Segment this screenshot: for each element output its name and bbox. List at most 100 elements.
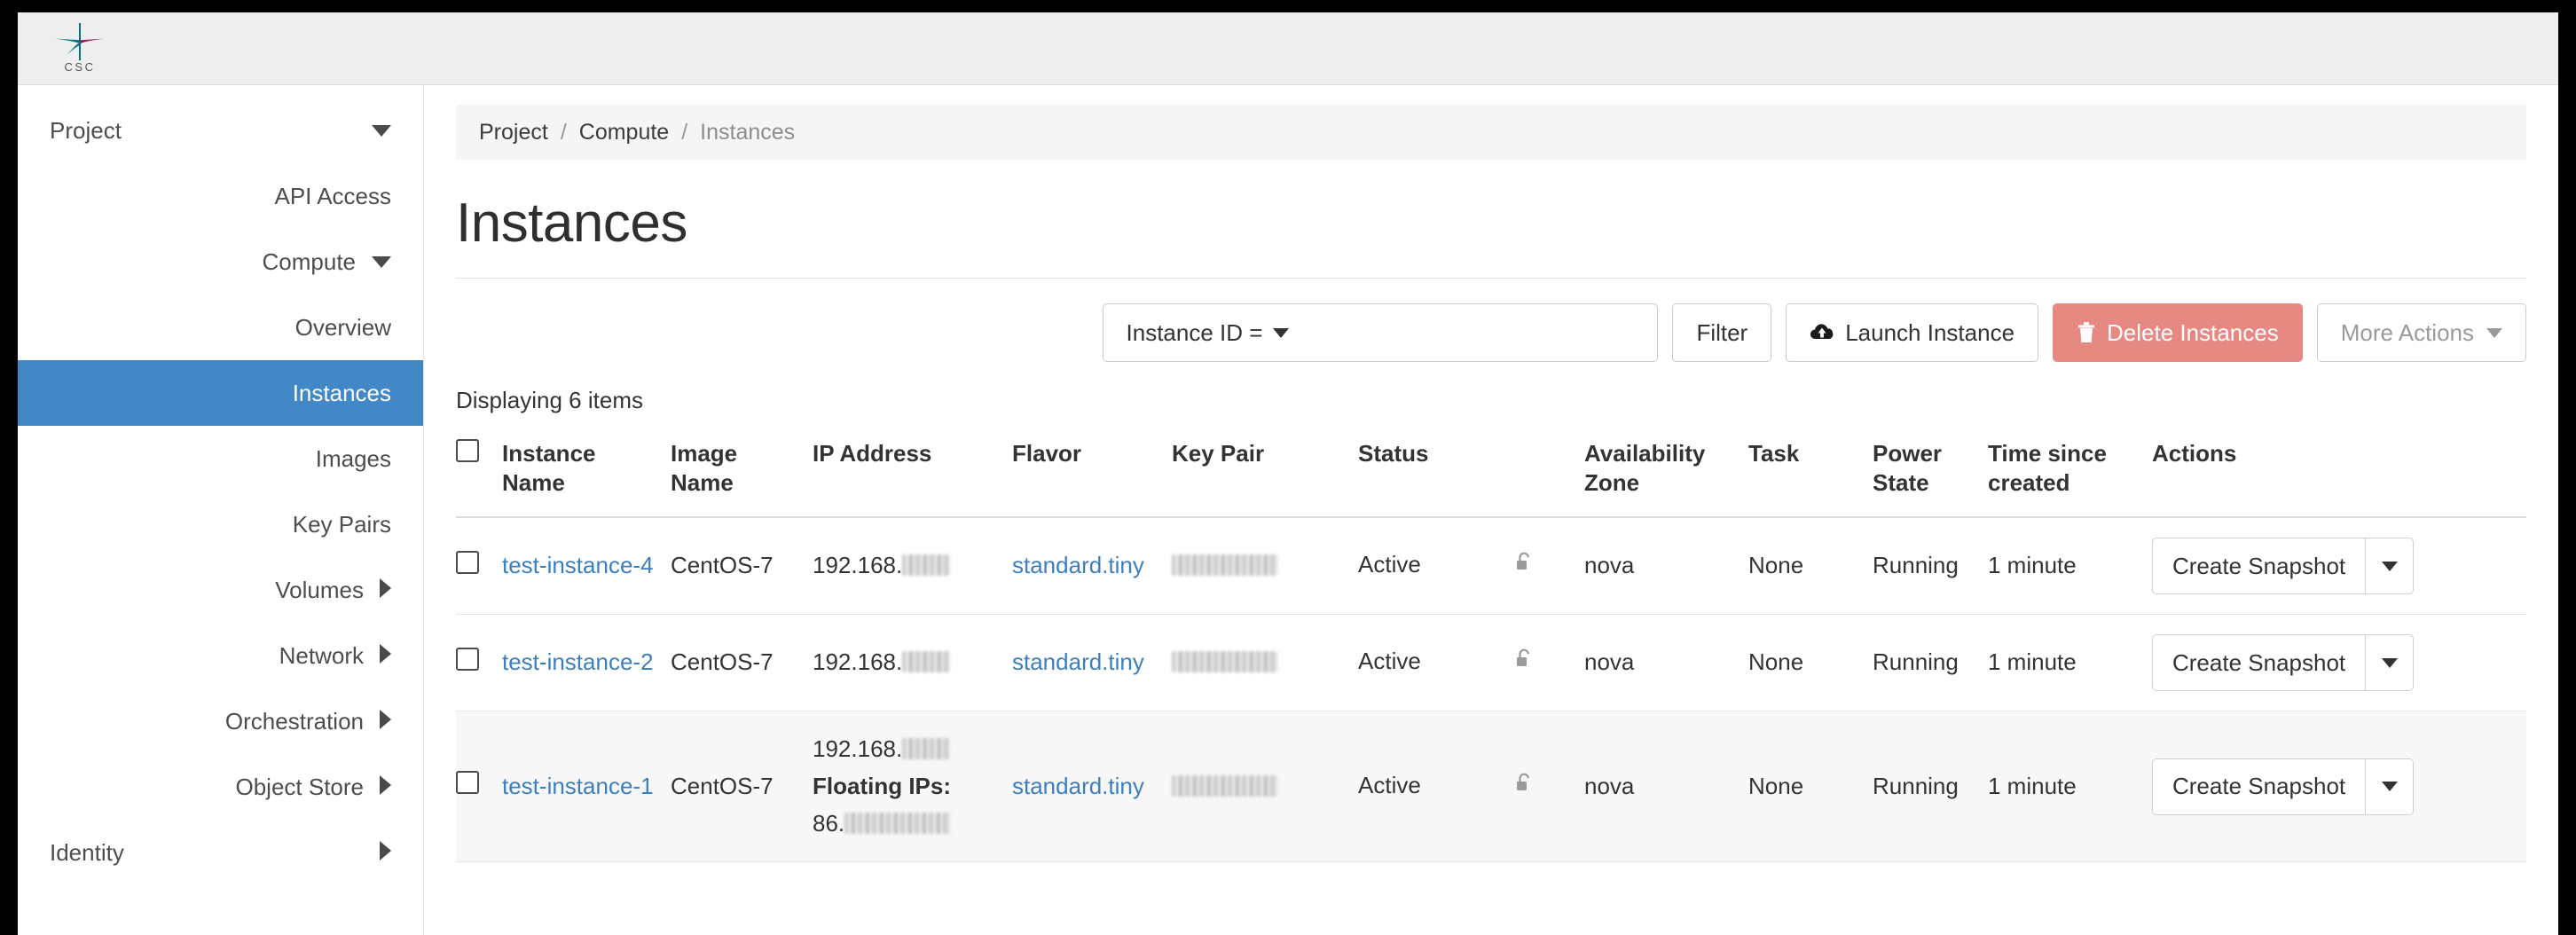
sidebar-item-network[interactable]: Network (18, 623, 423, 688)
delete-instances-button[interactable]: Delete Instances (2053, 303, 2303, 362)
filter-button[interactable]: Filter (1672, 303, 1771, 362)
chevron-down-icon (2486, 328, 2502, 338)
sidebar-item-object-store[interactable]: Object Store (18, 754, 423, 820)
select-all-checkbox[interactable] (456, 439, 479, 462)
main-content: Project / Compute / Instances Instances … (424, 85, 2558, 935)
filter-field-select[interactable]: Instance ID = (1103, 303, 1313, 362)
delete-instances-label: Delete Instances (2107, 319, 2279, 347)
cell-instance-name: test-instance-4 (502, 517, 671, 615)
create-snapshot-button[interactable]: Create Snapshot (2152, 634, 2366, 691)
cell-key-pair (1172, 711, 1358, 862)
instance-name-link[interactable]: test-instance-2 (502, 648, 654, 675)
sidebar-item-orchestration[interactable]: Orchestration (18, 688, 423, 754)
row-actions-dropdown-button[interactable] (2366, 538, 2414, 594)
status-label: Active (1358, 551, 1421, 578)
sidebar-item-label: Compute (50, 248, 356, 276)
launch-instance-button[interactable]: Launch Instance (1786, 303, 2038, 362)
table-row[interactable]: test-instance-1CentOS-7192.168.Floating … (456, 711, 2526, 862)
sidebar-item-identity[interactable]: Identity (18, 820, 423, 885)
row-action-group: Create Snapshot (2152, 538, 2414, 594)
cell-power-state: Running (1873, 615, 1988, 711)
sidebar-item-label: Key Pairs (50, 511, 391, 538)
cell-flavor: standard.tiny (1012, 615, 1172, 711)
flavor-link[interactable]: standard.tiny (1012, 552, 1144, 578)
chevron-right-icon (380, 775, 391, 798)
cell-time-since-created: 1 minute (1988, 615, 2152, 711)
breadcrumb-compute[interactable]: Compute (579, 120, 669, 145)
ip-prefix: 192.168. (813, 735, 902, 762)
row-actions-dropdown-button[interactable] (2366, 634, 2414, 691)
cell-availability-zone: nova (1584, 711, 1748, 862)
header-image-name[interactable]: Image Name (671, 427, 813, 517)
unlock-icon (1514, 648, 1534, 679)
row-checkbox[interactable] (456, 771, 479, 794)
header-ip-address[interactable]: IP Address (813, 427, 1012, 517)
create-snapshot-button[interactable]: Create Snapshot (2152, 538, 2366, 594)
csc-logo[interactable]: CSC (39, 16, 121, 82)
cell-instance-name: test-instance-1 (502, 711, 671, 862)
breadcrumb-project[interactable]: Project (479, 120, 548, 145)
cell-image-name: CentOS-7 (671, 517, 813, 615)
cell-time-since-created: 1 minute (1988, 711, 2152, 862)
sidebar-item-label: Instances (50, 380, 391, 407)
table-row[interactable]: test-instance-2CentOS-7192.168.standard.… (456, 615, 2526, 711)
header-status[interactable]: Status (1358, 427, 1584, 517)
header-key-pair[interactable]: Key Pair (1172, 427, 1358, 517)
header-time-since-created[interactable]: Time since created (1988, 427, 2152, 517)
chevron-right-icon (380, 644, 391, 667)
breadcrumb: Project / Compute / Instances (456, 105, 2526, 160)
breadcrumb-separator-1: / (561, 120, 567, 145)
create-snapshot-button[interactable]: Create Snapshot (2152, 758, 2366, 815)
cell-flavor: standard.tiny (1012, 517, 1172, 615)
header-instance-name[interactable]: Instance Name (502, 427, 671, 517)
cell-instance-name: test-instance-2 (502, 615, 671, 711)
app-window: CSC ProjectAPI AccessComputeOverviewInst… (18, 12, 2558, 935)
key-pair-redacted (1172, 554, 1278, 576)
sidebar-item-volumes[interactable]: Volumes (18, 557, 423, 623)
unlock-icon (1514, 551, 1534, 582)
sidebar-item-instances[interactable]: Instances (18, 360, 423, 426)
filter-field-label: Instance ID = (1127, 319, 1263, 347)
sidebar-item-label: Orchestration (50, 708, 364, 735)
row-checkbox[interactable] (456, 648, 479, 671)
flavor-link[interactable]: standard.tiny (1012, 648, 1144, 675)
header-power-state[interactable]: Power State (1873, 427, 1988, 517)
flavor-link[interactable]: standard.tiny (1012, 773, 1144, 799)
page-title: Instances (456, 192, 2526, 255)
cell-image-name: CentOS-7 (671, 711, 813, 862)
cell-actions: Create Snapshot (2152, 517, 2526, 615)
instance-name-link[interactable]: test-instance-1 (502, 773, 654, 799)
header-availability-zone[interactable]: Availability Zone (1584, 427, 1748, 517)
chevron-down-icon (1273, 328, 1289, 338)
table-row[interactable]: test-instance-4 CentOS-7192.168. standard.… (456, 517, 2526, 615)
header-task[interactable]: Task (1748, 427, 1873, 517)
sidebar-item-compute[interactable]: Compute (18, 229, 423, 295)
status-label: Active (1358, 772, 1421, 798)
key-pair-redacted (1172, 775, 1278, 797)
row-actions-dropdown-button[interactable] (2366, 758, 2414, 815)
more-actions-button[interactable]: More Actions (2317, 303, 2526, 362)
chevron-right-icon (380, 578, 391, 601)
sidebar-item-label: Volumes (50, 577, 364, 604)
header-flavor[interactable]: Flavor (1012, 427, 1172, 517)
cell-task: None (1748, 517, 1873, 615)
cell-status: Active (1358, 517, 1584, 615)
key-pair-redacted (1172, 651, 1278, 672)
sidebar-item-api-access[interactable]: API Access (18, 163, 423, 229)
sidebar-item-overview[interactable]: Overview (18, 295, 423, 360)
breadcrumb-separator-2: / (681, 120, 687, 145)
row-checkbox[interactable] (456, 551, 479, 574)
sidebar-item-images[interactable]: Images (18, 426, 423, 491)
row-select-cell (456, 517, 502, 615)
search-input[interactable] (1312, 303, 1658, 362)
sidebar-item-project[interactable]: Project (18, 98, 423, 163)
cell-availability-zone: nova (1584, 615, 1748, 711)
sidebar-item-key-pairs[interactable]: Key Pairs (18, 491, 423, 557)
ip-prefix: 192.168. (813, 552, 902, 578)
chevron-right-icon (380, 710, 391, 733)
more-actions-label: More Actions (2341, 319, 2474, 347)
csc-logo-icon: CSC (39, 16, 121, 82)
chevron-down-icon (2382, 658, 2398, 668)
status-label: Active (1358, 648, 1421, 674)
instance-name-link[interactable]: test-instance-4 (502, 552, 654, 578)
